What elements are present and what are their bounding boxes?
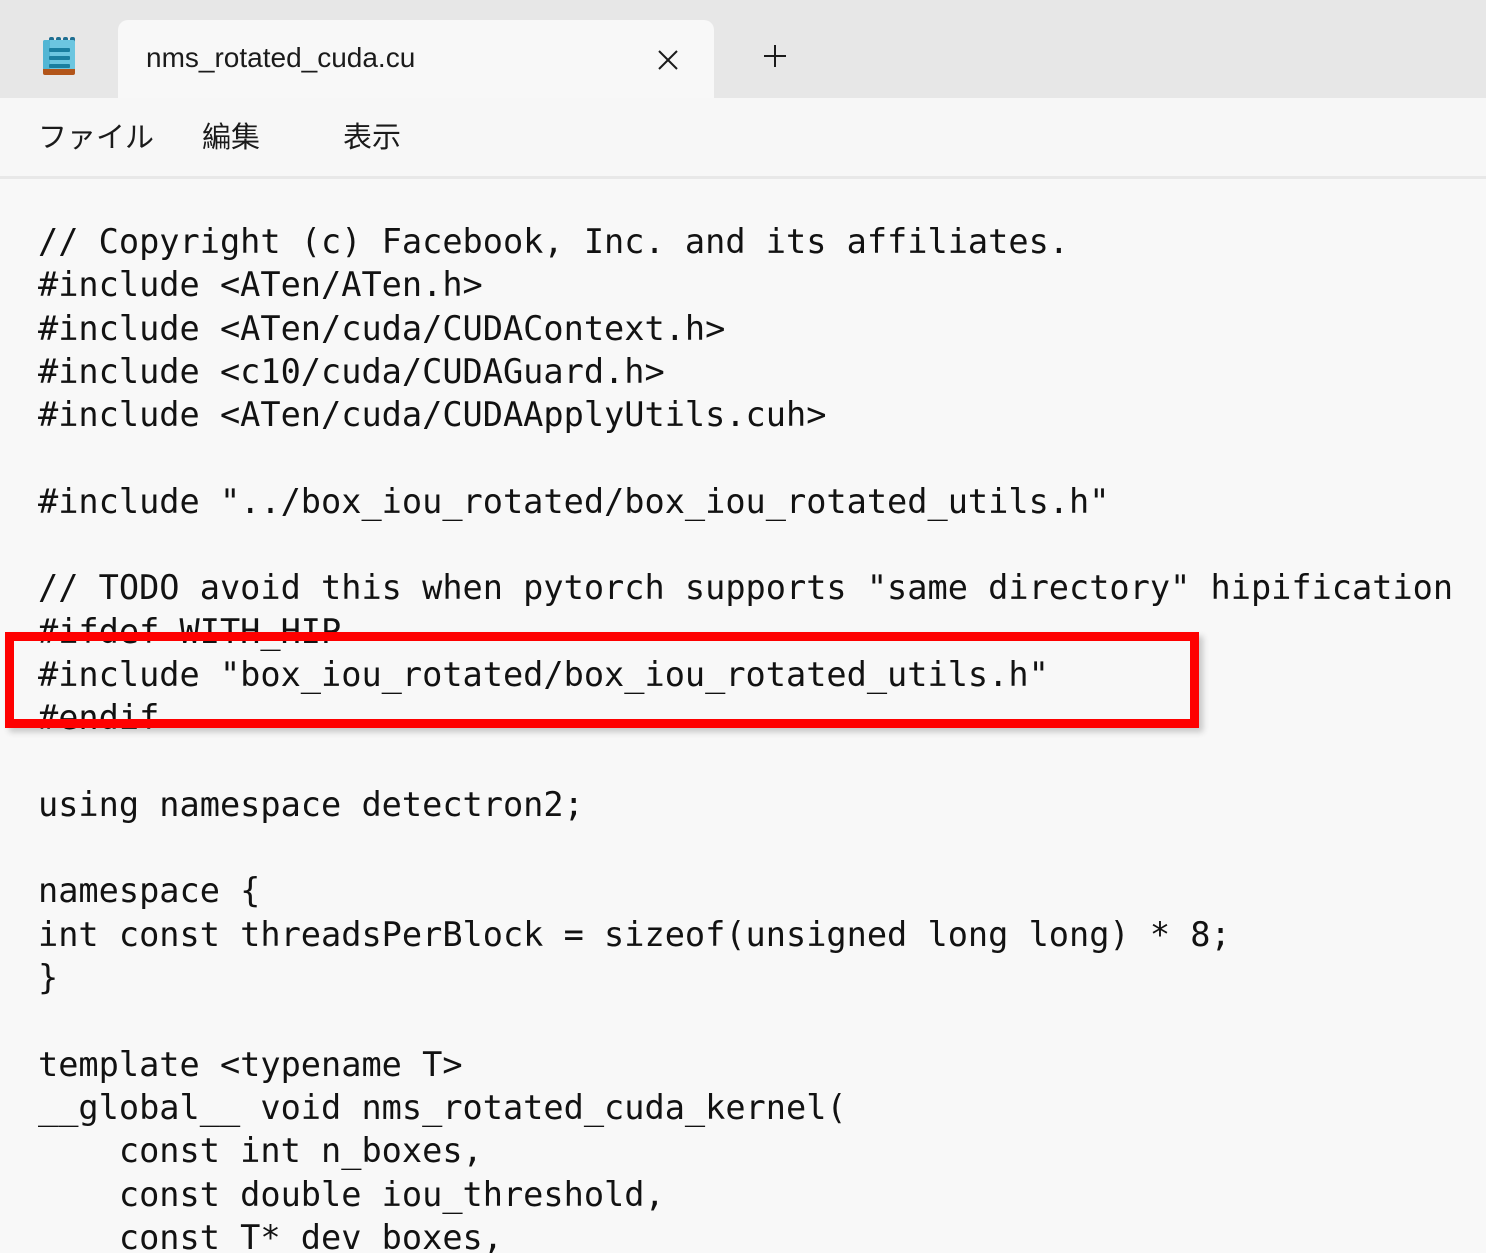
source-code-text[interactable]: // Copyright (c) Facebook, Inc. and its … (38, 220, 1453, 1253)
notepad-window: nms_rotated_cuda.cu ファイル 編集 表示 // Copyri… (0, 0, 1486, 1253)
text-editor-area[interactable]: // Copyright (c) Facebook, Inc. and its … (0, 179, 1486, 1253)
close-icon[interactable] (648, 40, 688, 80)
menu-item-file[interactable]: ファイル (26, 112, 166, 164)
title-bar: nms_rotated_cuda.cu (0, 0, 1486, 98)
menu-item-view[interactable]: 表示 (331, 112, 413, 164)
notepad-icon (40, 33, 78, 77)
menu-item-edit[interactable]: 編集 (190, 112, 272, 164)
tab-title: nms_rotated_cuda.cu (146, 20, 415, 98)
new-tab-button[interactable] (742, 26, 808, 86)
tab-nms-rotated-cuda-cu[interactable]: nms_rotated_cuda.cu (118, 20, 714, 98)
menu-bar: ファイル 編集 表示 (0, 98, 1486, 177)
